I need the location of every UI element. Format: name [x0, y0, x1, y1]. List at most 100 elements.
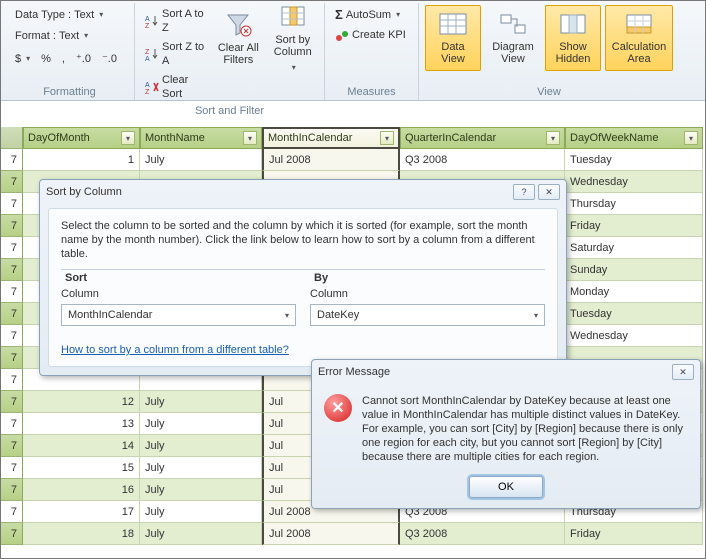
row-header[interactable]: 7	[1, 149, 23, 171]
cell[interactable]: Q3 2008	[400, 149, 565, 171]
row-header[interactable]: 7	[1, 501, 23, 523]
column-header-monthname[interactable]: MonthName▾	[140, 127, 262, 149]
row-header[interactable]: 7	[1, 457, 23, 479]
ribbon: Data Type : Text Format : Text $ % , ⁺.0…	[1, 1, 705, 101]
group-view: Data View Diagram View Show Hidden Calcu…	[419, 3, 679, 100]
error-titlebar[interactable]: Error Message ✕	[312, 360, 700, 384]
row-header[interactable]: 7	[1, 193, 23, 215]
close-button[interactable]: ✕	[672, 364, 694, 380]
row-header[interactable]: 7	[1, 369, 23, 391]
svg-text:Z: Z	[145, 23, 150, 28]
help-link[interactable]: How to sort by a column from a different…	[61, 344, 289, 356]
table-row[interactable]: 71JulyJul 2008Q3 2008Tuesday	[1, 149, 705, 171]
cell[interactable]: 17	[23, 501, 140, 523]
cell[interactable]: Q3 2008	[400, 523, 565, 545]
ok-button[interactable]: OK	[469, 476, 543, 498]
sort-column-combo[interactable]: MonthInCalendar▾	[61, 304, 296, 326]
format-selector[interactable]: Format : Text	[11, 26, 128, 45]
cell[interactable]: Monday	[565, 281, 703, 303]
by-column-combo[interactable]: DateKey▾	[310, 304, 545, 326]
row-header[interactable]: 7	[1, 215, 23, 237]
dialog-titlebar[interactable]: Sort by Column ? ✕	[40, 180, 566, 204]
create-kpi-button[interactable]: Create KPI	[331, 26, 412, 44]
cell[interactable]: Sunday	[565, 259, 703, 281]
cell[interactable]: Jul 2008	[262, 523, 400, 545]
cell[interactable]: Saturday	[565, 237, 703, 259]
cell[interactable]: Wednesday	[565, 325, 703, 347]
comma-button[interactable]: ,	[58, 50, 69, 68]
cell[interactable]: July	[140, 479, 262, 501]
cell[interactable]: Wednesday	[565, 171, 703, 193]
cell[interactable]: July	[140, 435, 262, 457]
cell[interactable]: 18	[23, 523, 140, 545]
cell[interactable]: July	[140, 413, 262, 435]
calculation-area-button[interactable]: Calculation Area	[605, 5, 673, 71]
cell[interactable]: 12	[23, 391, 140, 413]
row-header[interactable]: 7	[1, 347, 23, 369]
autosum-button[interactable]: Σ AutoSum	[331, 5, 412, 24]
column-header-dayofweekname[interactable]: DayOfWeekName▾	[565, 127, 703, 149]
cell[interactable]: July	[140, 149, 262, 171]
row-header[interactable]: 7	[1, 325, 23, 347]
data-type-label: Data Type :	[15, 8, 71, 22]
cell[interactable]: July	[140, 457, 262, 479]
filter-dropdown-icon[interactable]: ▾	[380, 131, 394, 145]
currency-button[interactable]: $	[11, 49, 34, 68]
close-button[interactable]: ✕	[538, 184, 560, 200]
diagram-view-button[interactable]: Diagram View	[485, 5, 541, 71]
percent-button[interactable]: %	[37, 50, 55, 68]
sort-za-icon: ZA	[145, 47, 159, 61]
cell[interactable]: 16	[23, 479, 140, 501]
cell[interactable]: Tuesday	[565, 149, 703, 171]
cell[interactable]: 1	[23, 149, 140, 171]
clear-sort-button[interactable]: AZ Clear Sort	[141, 71, 209, 103]
sort-legend: Sort	[61, 272, 91, 284]
cell[interactable]: July	[140, 391, 262, 413]
row-header[interactable]: 7	[1, 171, 23, 193]
show-hidden-button[interactable]: Show Hidden	[545, 5, 601, 71]
decrease-decimal-button[interactable]: ⁻.0	[98, 50, 121, 68]
sort-za-button[interactable]: ZA Sort Z to A	[141, 38, 209, 70]
cell[interactable]: 13	[23, 413, 140, 435]
column-header-monthincalendar[interactable]: MonthInCalendar▾	[262, 127, 400, 149]
chevron-down-icon	[97, 7, 103, 22]
row-header[interactable]: 7	[1, 237, 23, 259]
help-button[interactable]: ?	[513, 184, 535, 200]
row-header[interactable]: 7	[1, 281, 23, 303]
row-header[interactable]: 7	[1, 259, 23, 281]
row-header[interactable]: 7	[1, 435, 23, 457]
cell[interactable]: 15	[23, 457, 140, 479]
decrease-decimal-icon: ⁻.0	[102, 52, 117, 66]
cell[interactable]: Tuesday	[565, 303, 703, 325]
table-row[interactable]: 718JulyJul 2008Q3 2008Friday	[1, 523, 705, 545]
row-header[interactable]: 7	[1, 413, 23, 435]
filter-dropdown-icon[interactable]: ▾	[546, 131, 560, 145]
row-header[interactable]: 7	[1, 303, 23, 325]
corner-cell[interactable]	[1, 127, 23, 149]
chevron-down-icon	[82, 28, 88, 43]
cell[interactable]: Friday	[565, 215, 703, 237]
clear-all-filters-button[interactable]: Clear All Filters	[213, 5, 263, 71]
cell[interactable]: Thursday	[565, 193, 703, 215]
data-type-selector[interactable]: Data Type : Text	[11, 5, 128, 24]
row-header[interactable]: 7	[1, 523, 23, 545]
calculation-area-icon	[624, 12, 654, 38]
data-view-button[interactable]: Data View	[425, 5, 481, 71]
filter-dropdown-icon[interactable]: ▾	[121, 131, 135, 145]
column-header-dayofmonth[interactable]: DayOfMonth▾	[23, 127, 140, 149]
row-header[interactable]: 7	[1, 391, 23, 413]
filter-dropdown-icon[interactable]: ▾	[684, 131, 698, 145]
sort-az-button[interactable]: AZ Sort A to Z	[141, 5, 209, 37]
row-header[interactable]: 7	[1, 479, 23, 501]
help-icon: ?	[521, 187, 526, 197]
show-hidden-icon	[558, 12, 588, 38]
column-header-quarterincalendar[interactable]: QuarterInCalendar▾	[400, 127, 565, 149]
cell[interactable]: 14	[23, 435, 140, 457]
cell[interactable]: July	[140, 501, 262, 523]
cell[interactable]: Friday	[565, 523, 703, 545]
sort-by-column-button[interactable]: Sort by Column	[268, 5, 318, 71]
filter-dropdown-icon[interactable]: ▾	[243, 131, 257, 145]
cell[interactable]: Jul 2008	[262, 149, 400, 171]
increase-decimal-button[interactable]: ⁺.0	[72, 50, 95, 68]
cell[interactable]: July	[140, 523, 262, 545]
